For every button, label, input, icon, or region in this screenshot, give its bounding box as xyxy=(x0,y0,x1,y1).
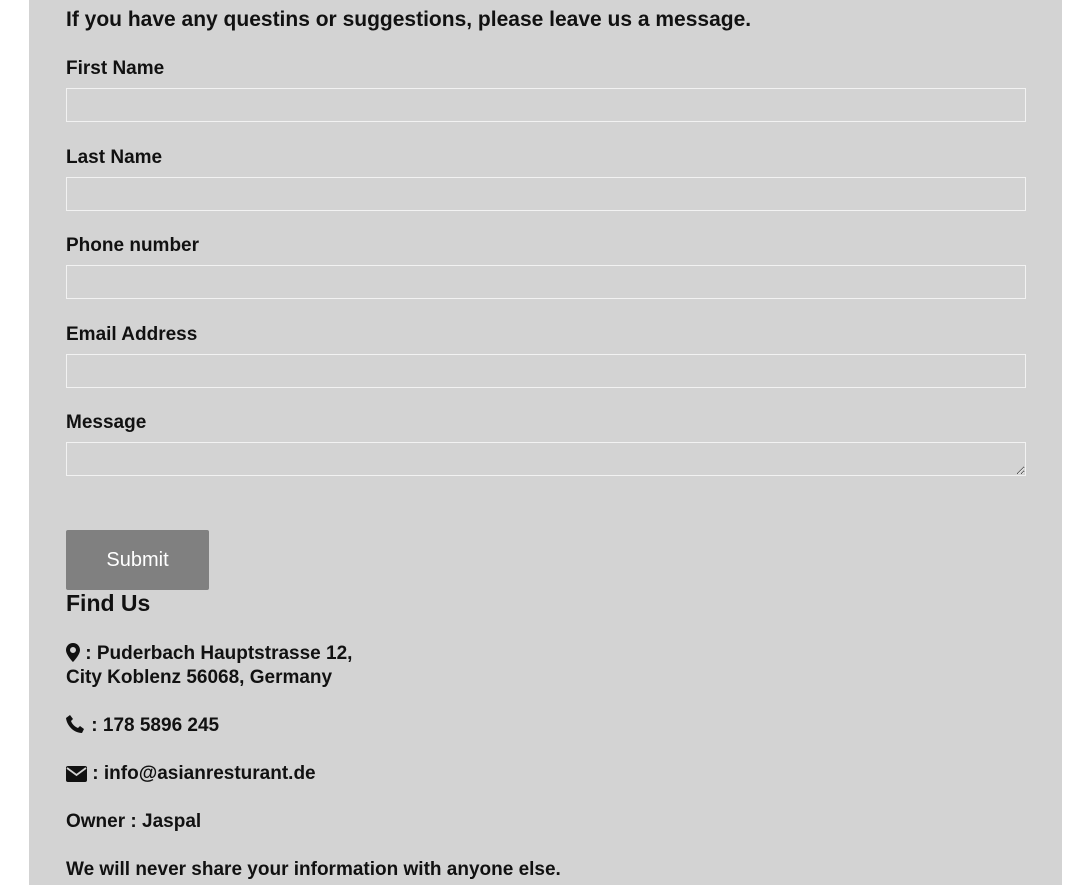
map-marker-icon xyxy=(66,643,85,664)
find-us-heading: Find Us xyxy=(66,590,151,616)
contact-panel: If you have any questins or suggestions,… xyxy=(29,0,1062,885)
email-text: : info@asianresturant.de xyxy=(92,763,316,784)
last-name-input[interactable] xyxy=(66,177,1026,211)
address-block: : Puderbach Hauptstrasse 12, City Koblen… xyxy=(66,642,352,690)
phone-text: : 178 5896 245 xyxy=(91,715,220,736)
owner-text: Owner : Jaspal xyxy=(66,811,202,832)
last-name-label: Last Name xyxy=(66,147,163,168)
form-intro-heading: If you have any questins or suggestions,… xyxy=(66,8,752,31)
address-line-2: City Koblenz 56068, Germany xyxy=(66,667,333,688)
address-line-1: : Puderbach Hauptstrasse 12, xyxy=(85,643,353,664)
phone-block: : 178 5896 245 xyxy=(66,714,219,738)
privacy-note: We will never share your information wit… xyxy=(66,859,561,880)
first-name-input[interactable] xyxy=(66,88,1026,122)
phone-icon xyxy=(66,715,91,736)
email-address-input[interactable] xyxy=(66,354,1026,388)
first-name-label: First Name xyxy=(66,58,165,79)
message-textarea[interactable] xyxy=(66,442,1026,476)
envelope-icon xyxy=(66,763,92,784)
message-label: Message xyxy=(66,412,147,433)
email-block: : info@asianresturant.de xyxy=(66,762,316,786)
phone-number-label: Phone number xyxy=(66,235,200,256)
email-address-label: Email Address xyxy=(66,324,198,345)
phone-number-input[interactable] xyxy=(66,265,1026,299)
submit-button[interactable]: Submit xyxy=(66,530,209,590)
